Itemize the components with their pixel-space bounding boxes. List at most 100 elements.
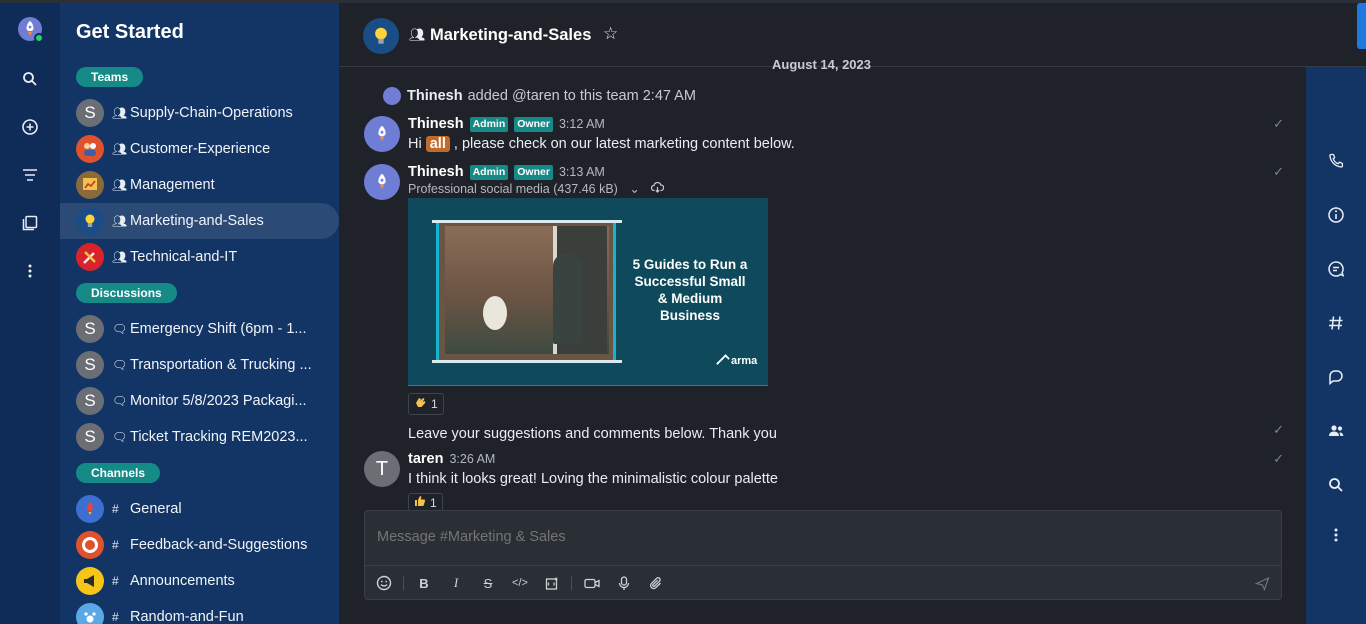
team-icon: 👥︎ — [112, 142, 128, 156]
sidebar-item-management[interactable]: 👥︎ Management — [60, 167, 339, 203]
code-icon[interactable]: </> — [511, 574, 529, 592]
user-avatar — [383, 87, 401, 105]
hash-icon: # — [112, 574, 119, 588]
attach-icon[interactable] — [647, 574, 665, 592]
lightbulb-icon — [76, 207, 104, 235]
sidebar-item-random[interactable]: # Random-and-Fun — [60, 599, 339, 624]
sidebar-item-customer-experience[interactable]: 👥︎ Customer-Experience — [60, 131, 339, 167]
room-avatar: S — [76, 351, 104, 379]
sidebar-item-discussion[interactable]: S 🗨︎ Transportation & Trucking ... — [60, 347, 339, 383]
call-icon[interactable] — [1324, 149, 1348, 173]
image-person — [553, 254, 581, 344]
italic-icon[interactable]: I — [447, 574, 465, 592]
reaction-thumbs-up[interactable]: 1 — [408, 493, 443, 511]
download-icon[interactable] — [651, 181, 665, 196]
message-input[interactable] — [377, 529, 1257, 545]
hash-icon: # — [112, 538, 119, 552]
reaction-clap[interactable]: 1 — [408, 393, 444, 415]
system-message: Thinesh added @taren to this team 2:47 A… — [383, 87, 696, 105]
sidebar-item-discussion[interactable]: S 🗨︎ Emergency Shift (6pm - 1... — [60, 311, 339, 347]
star-icon[interactable]: ☆ — [603, 24, 618, 44]
sidebar-item-label: Emergency Shift (6pm - 1... — [130, 321, 307, 337]
tools-icon — [76, 243, 104, 271]
mention-all[interactable]: all — [425, 136, 450, 152]
sidebar-item-label: Transportation & Trucking ... — [130, 357, 312, 373]
message-author[interactable]: Thinesh — [408, 116, 464, 132]
hash-icon: # — [112, 610, 119, 624]
user-avatar[interactable]: T — [364, 451, 400, 487]
message-time: 3:13 AM — [558, 165, 605, 179]
system-message-user[interactable]: Thinesh — [407, 88, 463, 104]
lightbulb-icon[interactable] — [363, 18, 399, 54]
sidebar-item-feedback[interactable]: # Feedback-and-Suggestions — [60, 527, 339, 563]
bold-icon[interactable]: B — [415, 574, 433, 592]
room-avatar: S — [76, 387, 104, 415]
message: Thinesh Admin Owner 3:12 AM Hi all , ple… — [364, 116, 1284, 156]
kebab-menu-icon[interactable] — [18, 259, 42, 283]
team-icon: 👥︎ — [112, 106, 128, 120]
room-title: Marketing-and-Sales — [430, 26, 592, 44]
threads-icon[interactable] — [1324, 257, 1348, 281]
emoji-icon[interactable] — [375, 574, 393, 592]
image-room — [445, 226, 609, 354]
code-block-icon[interactable] — [543, 574, 561, 592]
user-avatar[interactable] — [18, 17, 44, 43]
search-icon[interactable] — [1324, 473, 1348, 497]
message-text: , please check on our latest marketing c… — [453, 136, 795, 152]
sidebar-item-label: Management — [130, 177, 215, 193]
sidebar-item-marketing-and-sales[interactable]: 👥︎ Marketing-and-Sales — [60, 203, 339, 239]
create-new-icon[interactable] — [18, 115, 42, 139]
sidebar-item-announcements[interactable]: # Announcements — [60, 563, 339, 599]
image-headline: 5 Guides to Run a Successful Small & Med… — [632, 257, 748, 323]
attachment-image[interactable]: 5 Guides to Run a Successful Small & Med… — [408, 198, 768, 386]
sidebar-item-technical-and-it[interactable]: 👥︎ Technical-and-IT — [60, 239, 339, 275]
thumbs-up-icon — [414, 495, 426, 510]
message-body: Hi all , please check on our latest mark… — [408, 136, 795, 152]
sidebar-item-label: Marketing-and-Sales — [130, 213, 264, 229]
strike-icon[interactable]: S — [479, 574, 497, 592]
channels-icon[interactable] — [1324, 311, 1348, 335]
image-photo — [436, 220, 616, 362]
user-avatar[interactable] — [364, 164, 400, 200]
sidebar-item-label: Monitor 5/8/2023 Packagi... — [130, 393, 307, 409]
discussion-icon: 🗨︎ — [112, 322, 128, 336]
discussions-icon[interactable] — [1324, 365, 1348, 389]
sidebar-item-discussion[interactable]: S 🗨︎ Monitor 5/8/2023 Packagi... — [60, 383, 339, 419]
brand-logo-icon — [716, 354, 730, 368]
hash-icon: # — [112, 502, 119, 516]
image-plant — [483, 296, 507, 330]
app-root: Get Started Teams S 👥︎ Supply-Chain-Oper… — [0, 0, 1366, 624]
info-icon[interactable] — [1324, 203, 1348, 227]
sidebar-item-supply-chain[interactable]: S 👥︎ Supply-Chain-Operations — [60, 95, 339, 131]
message-author[interactable]: taren — [408, 451, 443, 467]
sidebar-item-label: Feedback-and-Suggestions — [130, 537, 308, 553]
megaphone-icon — [76, 567, 104, 595]
members-icon[interactable] — [1324, 419, 1348, 443]
sort-icon[interactable] — [18, 163, 42, 187]
video-icon[interactable] — [583, 574, 601, 592]
discussion-icon: 🗨︎ — [112, 394, 128, 408]
mic-icon[interactable] — [615, 574, 633, 592]
message: Thinesh Admin Owner 3:13 AM Professional… — [364, 164, 1284, 444]
message-author[interactable]: Thinesh — [408, 164, 464, 180]
message-text: Hi — [408, 136, 422, 152]
directory-icon[interactable] — [18, 211, 42, 235]
room-avatar: S — [76, 99, 104, 127]
system-message-text: added @taren to this team — [467, 88, 639, 104]
attachment-name: Professional social media (437.46 kB) — [408, 182, 618, 196]
clap-icon — [414, 396, 427, 412]
message-meta: Thinesh Admin Owner 3:13 AM — [408, 164, 605, 180]
room-avatar: S — [76, 315, 104, 343]
search-icon[interactable] — [18, 67, 42, 91]
team-icon: 👥︎ — [112, 178, 128, 192]
online-status-icon — [34, 33, 44, 43]
user-avatar[interactable] — [364, 116, 400, 152]
sidebar-item-label: Customer-Experience — [130, 141, 271, 157]
sidebar-item-general[interactable]: # General — [60, 491, 339, 527]
kebab-menu-icon[interactable] — [1324, 523, 1348, 547]
sidebar-item-discussion[interactable]: S 🗨︎ Ticket Tracking REM2023... — [60, 419, 339, 455]
message-meta: taren 3:26 AM — [408, 451, 495, 467]
send-icon[interactable] — [1253, 574, 1271, 592]
message-time: 3:26 AM — [449, 452, 496, 466]
chevron-down-icon[interactable]: ⌄ — [629, 182, 639, 196]
